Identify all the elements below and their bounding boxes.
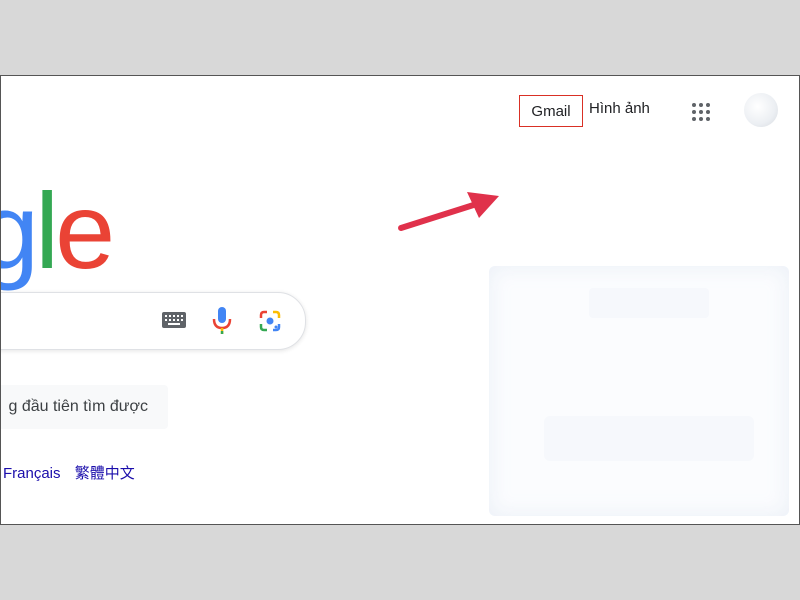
logo-letter-g: g [1,176,39,286]
google-logo: gle [1,170,115,291]
annotation-arrow-icon [398,192,499,231]
keyboard-icon[interactable] [161,311,187,329]
blurred-popup-background [489,266,789,516]
blurred-bar [544,416,754,461]
logo-letter-l: l [35,170,59,291]
language-link-traditional-chinese[interactable]: 繁體中文 [75,465,135,482]
language-links: Français 繁體中文 [3,462,145,483]
apps-grid-icon[interactable] [689,100,713,124]
blurred-bar [589,288,709,318]
language-link-french[interactable]: Français [3,465,61,482]
lucky-button[interactable]: g đầu tiên tìm được [1,385,168,429]
google-lens-icon[interactable] [258,309,282,333]
gmail-link[interactable]: Gmail [519,95,583,127]
browser-viewport: Gmail Hình ảnh gle [0,75,800,525]
images-link[interactable]: Hình ảnh [589,100,650,117]
search-box[interactable] [1,292,306,350]
account-avatar[interactable] [744,93,778,127]
logo-letter-e: e [55,170,115,291]
microphone-icon[interactable] [212,306,232,336]
